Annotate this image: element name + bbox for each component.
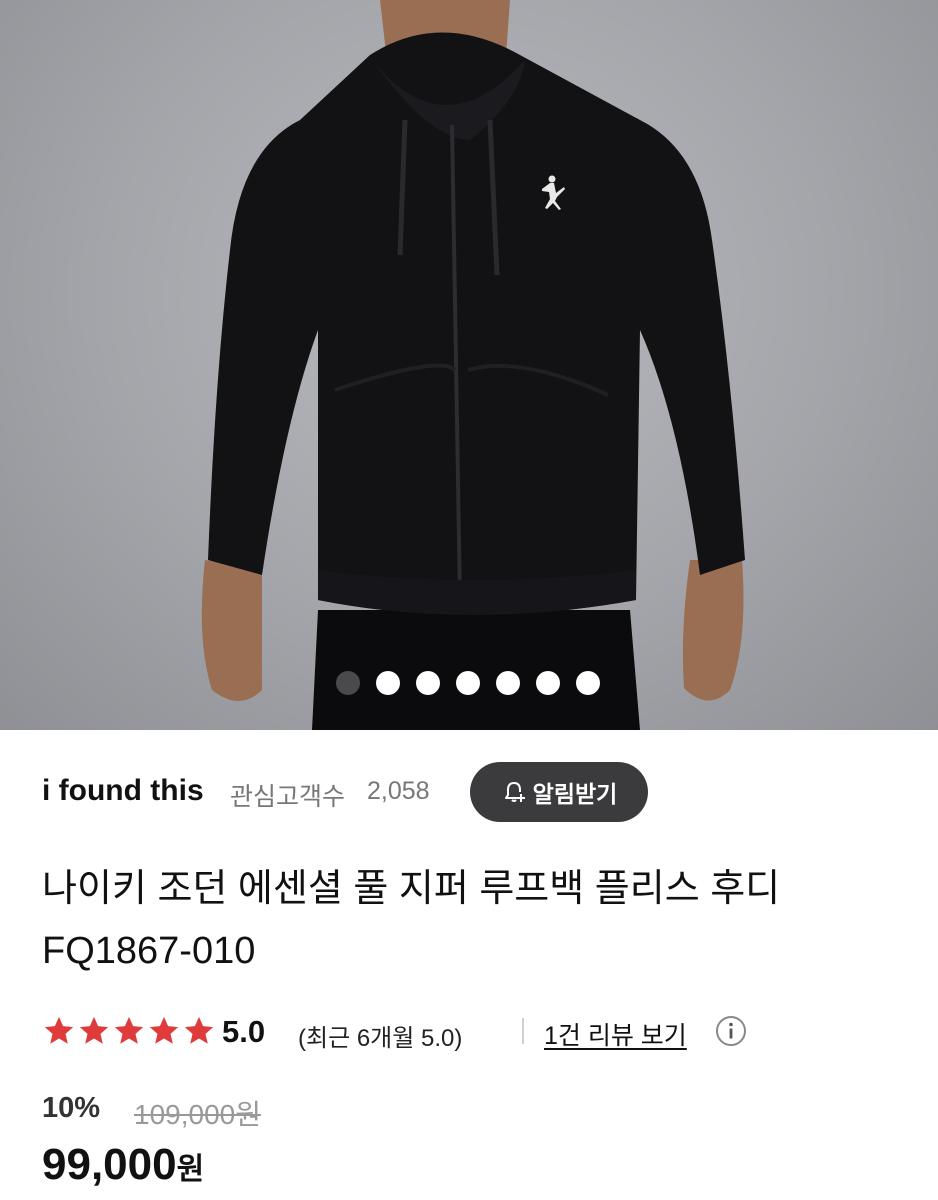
info-icon[interactable] (714, 1014, 748, 1048)
store-info-row: i found this 관심고객수 2,058 알림받기 (42, 762, 902, 822)
rating-score: 5.0 (222, 1014, 266, 1049)
gallery-dot[interactable] (536, 671, 560, 695)
gallery-pagination[interactable] (336, 671, 600, 695)
star-icon (44, 1016, 74, 1044)
sale-price-unit: 원 (176, 1153, 205, 1186)
sale-price: 99,000원 (42, 1140, 204, 1190)
rating-stars (42, 1014, 216, 1048)
star-icon (184, 1016, 214, 1044)
star-icon (79, 1016, 109, 1044)
product-title: 나이키 조던 에센셜 풀 지퍼 루프백 플리스 후디 FQ1867-010 (42, 868, 781, 972)
rating-row: 5.0 (최근 6개월 5.0) 1건 리뷰 보기 (42, 1008, 902, 1054)
notify-button[interactable]: 알림받기 (470, 762, 648, 822)
gallery-dot[interactable] (456, 671, 480, 695)
notify-button-label: 알림받기 (532, 781, 618, 807)
gallery-dot-active[interactable] (336, 671, 360, 695)
product-image-gallery[interactable] (0, 0, 938, 730)
gallery-dot[interactable] (576, 671, 600, 695)
sale-price-amount: 99,000 (42, 1140, 177, 1189)
star-icon (114, 1016, 144, 1044)
review-link[interactable]: 1건 리뷰 보기 (544, 1016, 687, 1052)
fans-count: 2,058 (367, 777, 430, 805)
product-photo (201, 0, 745, 730)
original-price: 109,000원 (134, 1099, 261, 1130)
star-icon (149, 1016, 179, 1044)
fans-label: 관심고객수 (230, 783, 346, 811)
divider (522, 1018, 524, 1044)
gallery-dot[interactable] (416, 671, 440, 695)
discount-rate: 10% (42, 1092, 101, 1124)
bell-plus-icon (504, 782, 525, 802)
store-name-link[interactable]: i found this (42, 774, 204, 808)
gallery-dot[interactable] (496, 671, 520, 695)
gallery-dot[interactable] (376, 671, 400, 695)
recent-rating: (최근 6개월 5.0) (298, 1025, 463, 1052)
